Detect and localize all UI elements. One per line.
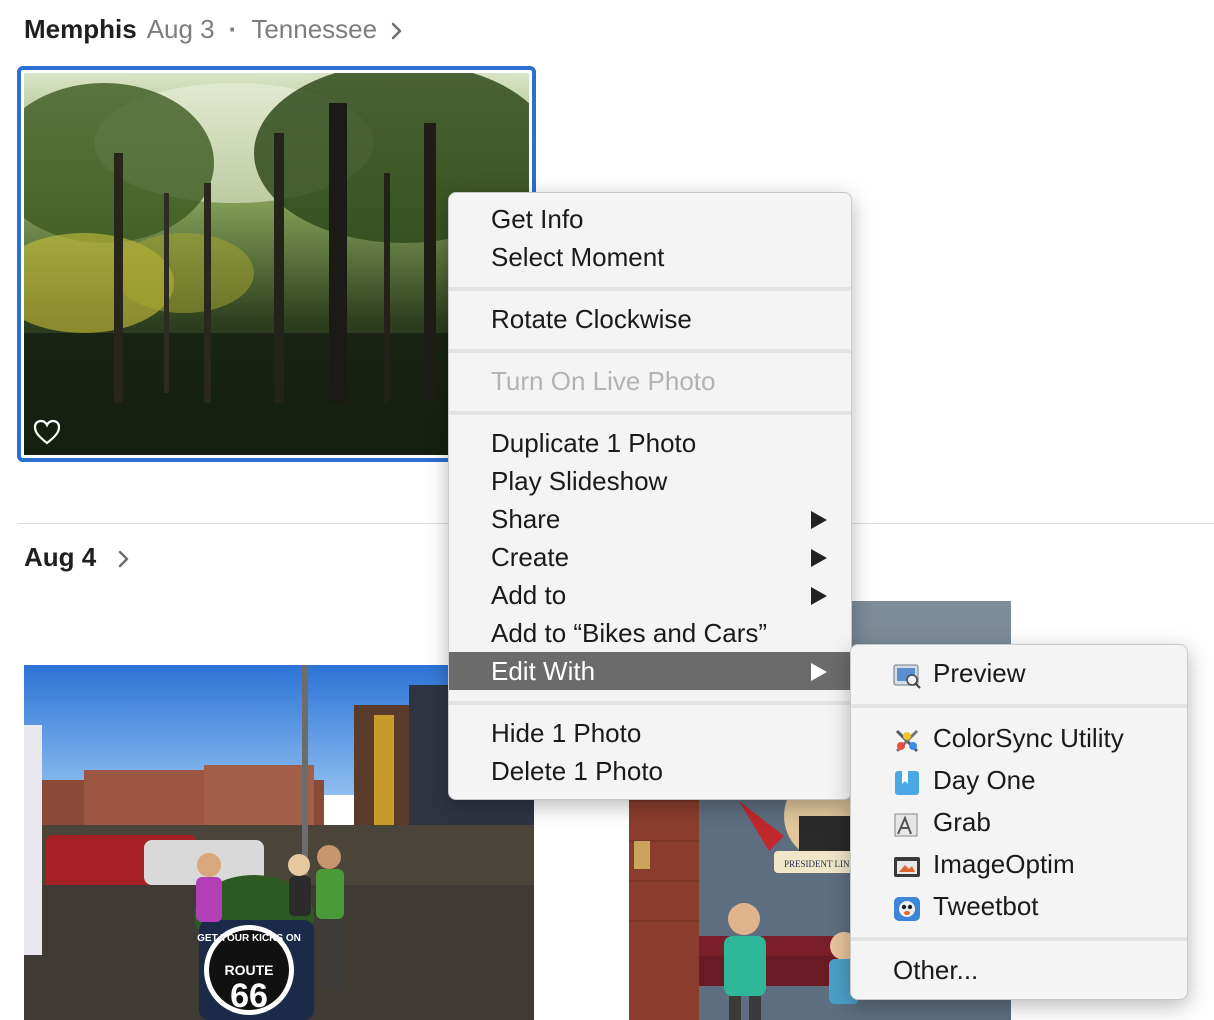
submenu-arrow-icon <box>811 663 827 681</box>
moment-date: Aug 3 <box>146 14 215 44</box>
sign-line2: ROUTE <box>225 962 274 978</box>
edit-with-submenu: Preview ColorSync Utility Day One Grab I… <box>850 644 1188 1000</box>
submenu-item-label: Grab <box>933 807 991 837</box>
menu-item-label: Edit With <box>491 656 596 686</box>
preview-icon <box>893 661 921 689</box>
heart-icon[interactable] <box>32 418 62 446</box>
submenu-arrow-icon <box>811 511 827 529</box>
menu-separator <box>449 287 851 291</box>
submenu-item-imageoptim[interactable]: ImageOptim <box>851 845 1187 883</box>
menu-separator <box>851 704 1187 708</box>
submenu-item-label: Tweetbot <box>933 891 1039 921</box>
colorsync-utility-icon <box>893 726 921 753</box>
menu-separator <box>449 411 851 415</box>
menu-item-play-slideshow[interactable]: Play Slideshow <box>449 462 851 500</box>
sign-line1: GET YOUR KICKS ON <box>197 933 301 944</box>
submenu-item-label: ColorSync Utility <box>933 723 1124 753</box>
menu-item-share[interactable]: Share <box>449 500 851 538</box>
menu-item-select-moment[interactable]: Select Moment <box>449 238 851 276</box>
menu-separator <box>449 701 851 705</box>
menu-item-label: Add to <box>491 580 567 610</box>
menu-item-label: Share <box>491 504 561 534</box>
menu-separator <box>449 349 851 353</box>
chevron-right-icon[interactable] <box>391 16 403 40</box>
header-separator: · <box>228 14 238 44</box>
menu-item-delete-photo[interactable]: Delete 1 Photo <box>449 752 851 790</box>
moment-header-memphis[interactable]: Memphis Aug 3 · Tennessee <box>24 14 403 45</box>
moment-date-title: Aug 4 <box>24 542 97 572</box>
submenu-item-day-one[interactable]: Day One <box>851 761 1187 799</box>
submenu-item-grab[interactable]: Grab <box>851 803 1187 841</box>
menu-item-add-to-album[interactable]: Add to “Bikes and Cars” <box>449 614 851 652</box>
submenu-item-label: Preview <box>933 658 1026 688</box>
submenu-item-tweetbot[interactable]: Tweetbot <box>851 887 1187 925</box>
menu-item-get-info[interactable]: Get Info <box>449 200 851 238</box>
context-menu: Get Info Select Moment Rotate Clockwise … <box>448 192 852 800</box>
menu-item-label: Create <box>491 542 570 572</box>
submenu-arrow-icon <box>811 587 827 605</box>
menu-item-hide-photo[interactable]: Hide 1 Photo <box>449 714 851 752</box>
menu-separator <box>851 937 1187 941</box>
day-one-icon <box>893 768 921 795</box>
chevron-right-icon[interactable] <box>118 544 130 568</box>
moment-header-aug4[interactable]: Aug 4 <box>24 542 130 573</box>
menu-item-edit-with[interactable]: Edit With <box>449 652 851 690</box>
submenu-item-colorsync-utility[interactable]: ColorSync Utility <box>851 719 1187 757</box>
imageoptim-icon <box>893 852 921 878</box>
menu-item-duplicate-photo[interactable]: Duplicate 1 Photo <box>449 424 851 462</box>
submenu-item-other[interactable]: Other... <box>851 951 1187 989</box>
menu-item-add-to[interactable]: Add to <box>449 576 851 614</box>
grab-icon <box>893 810 921 837</box>
sign-line3: 66 <box>230 977 268 1015</box>
submenu-item-label: Day One <box>933 765 1036 795</box>
menu-item-create[interactable]: Create <box>449 538 851 576</box>
moment-title: Memphis <box>24 14 137 44</box>
menu-item-rotate-clockwise[interactable]: Rotate Clockwise <box>449 300 851 338</box>
moment-location: Tennessee <box>251 14 378 44</box>
menu-item-turn-on-live-photo: Turn On Live Photo <box>491 366 716 396</box>
submenu-arrow-icon <box>811 549 827 567</box>
tweetbot-icon <box>893 894 921 921</box>
submenu-item-preview[interactable]: Preview <box>851 654 1187 692</box>
submenu-item-label: ImageOptim <box>933 849 1075 879</box>
